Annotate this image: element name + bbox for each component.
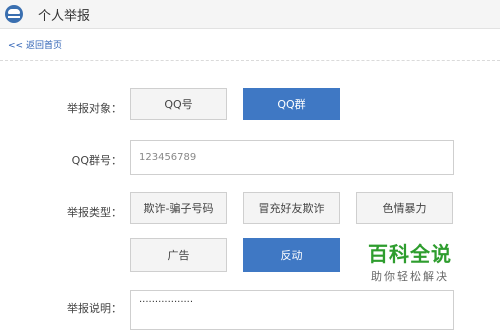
target-label: 举报对象：	[67, 102, 122, 115]
back-home-link[interactable]: << 返回首页	[8, 38, 62, 51]
description-label: 举报说明：	[67, 302, 122, 315]
type-reactionary-button[interactable]: 反动	[243, 238, 340, 272]
type-porn-violence-button[interactable]: 色情暴力	[356, 192, 453, 224]
type-fraud-button[interactable]: 欺诈-骗子号码	[130, 192, 227, 224]
group-number-label: QQ群号：	[71, 154, 122, 167]
report-type-label: 举报类型：	[67, 206, 122, 219]
description-textarea[interactable]: ·················	[130, 290, 454, 330]
watermark-subtitle: 助你轻松解决	[371, 270, 449, 283]
top-bar: 个人举报	[0, 0, 500, 29]
page-title: 个人举报	[38, 9, 91, 24]
divider	[0, 60, 500, 61]
group-number-input[interactable]: 123456789	[130, 140, 454, 175]
watermark-title: 百科全说	[368, 242, 452, 266]
type-impersonation-button[interactable]: 冒充好友欺诈	[243, 192, 340, 224]
police-cap-icon	[5, 5, 23, 23]
watermark-logo: 百科全说 助你轻松解决	[360, 238, 460, 284]
target-qq-number-button[interactable]: QQ号	[130, 88, 227, 120]
type-ad-button[interactable]: 广告	[130, 238, 227, 272]
target-qq-group-button[interactable]: QQ群	[243, 88, 340, 120]
